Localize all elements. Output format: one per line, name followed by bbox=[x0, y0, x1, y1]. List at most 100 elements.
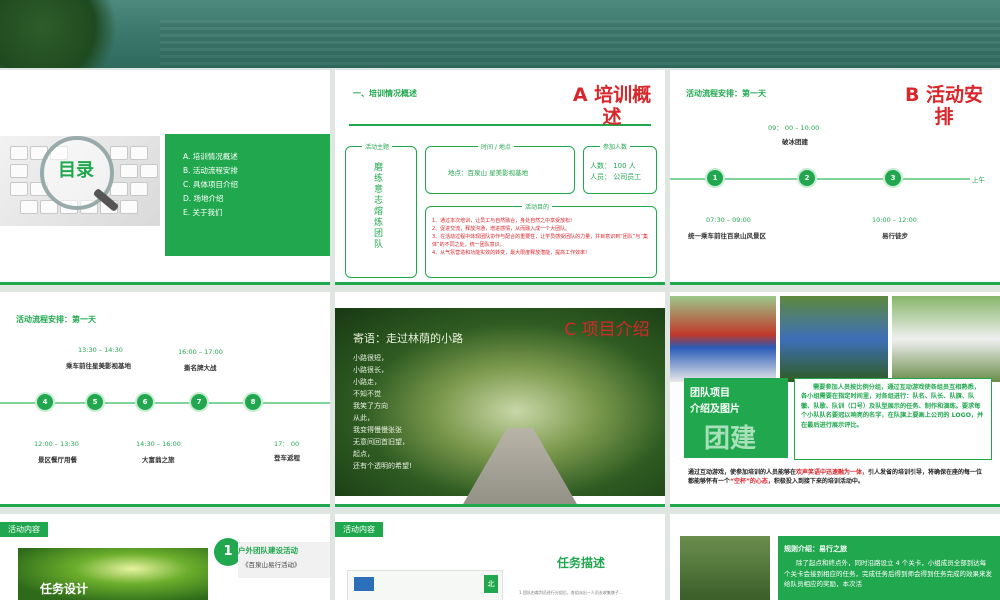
slide-bottom-bar bbox=[670, 282, 1000, 285]
slide-bottom-bar bbox=[0, 504, 330, 507]
description-box: 需要参加人员按比例分组，通过互动游戏使各组员互相熟悉，各小组需要在指定时间里，对… bbox=[794, 378, 992, 460]
slide-thumbnail-rules[interactable]: 规则介绍：易行之旅 除了起点和终点外，同时沿路设立 4 个关卡，小组成员全部到达… bbox=[670, 514, 1000, 600]
section-title: 一、培训情况概述 bbox=[353, 89, 417, 98]
event-time: 16:00 – 17:00 bbox=[178, 348, 223, 356]
event-time: 14:30 – 16:00 bbox=[136, 440, 181, 448]
step-circle: 4 bbox=[35, 392, 55, 412]
slide-thumbnail-overview[interactable]: 一、培训情况概述 A 培训概述 活动主题 磨练意志 熔炼团队 时间 / 地点 地… bbox=[335, 70, 665, 285]
theme-text: 磨练意志 熔炼团队 bbox=[374, 163, 384, 250]
toc-list: A. 培训情况概述 B. 活动流程安排 C. 具体项目介绍 D. 场地介绍 E.… bbox=[183, 150, 238, 220]
rules-header: 规则介绍：易行之旅 bbox=[784, 544, 847, 554]
event-text: 乘车前往星美影视基地 bbox=[66, 362, 131, 370]
group-title-1: 团队项目 bbox=[690, 388, 730, 399]
poem-line: 小路很短， bbox=[353, 354, 388, 362]
header-photo bbox=[0, 0, 1000, 68]
big-title: C 项目介绍 bbox=[564, 320, 650, 340]
step-circle: 6 bbox=[135, 392, 155, 412]
event-time: 07:30 – 09:00 bbox=[706, 216, 751, 224]
purpose-label: 活动目的 bbox=[522, 202, 553, 211]
toc-item: B. 活动流程安排 bbox=[183, 166, 238, 175]
map-image: 北 bbox=[347, 570, 503, 600]
toc-panel: A. 培训情况概述 B. 活动流程安排 C. 具体项目介绍 D. 场地介绍 E.… bbox=[165, 134, 330, 256]
flow-title: 活动流程安排：第一天 bbox=[16, 315, 96, 324]
note-part: ，积极投入到接下来的培训活动中。 bbox=[767, 478, 864, 485]
step-circle: 2 bbox=[797, 168, 817, 188]
poem-line: 不知不觉 bbox=[353, 390, 381, 398]
note-highlight: “空杯”的心态 bbox=[730, 478, 768, 485]
activity-tag: 活动内容 bbox=[0, 522, 48, 537]
toc-item: D. 场地介绍 bbox=[183, 194, 224, 203]
rules-label: 规则介绍： bbox=[784, 545, 819, 553]
event-text: 景区餐厅用餐 bbox=[38, 456, 77, 464]
slide-thumbnail-activity-2[interactable]: 活动内容 北 任务描述 1 团队由裁判员进行分组后，各组派出一人员去收集旗子..… bbox=[335, 514, 665, 600]
event-text: 撕名牌大战 bbox=[184, 364, 217, 372]
activity-title: 户外团队建设活动 bbox=[238, 546, 298, 555]
slide-thumbnail-toc[interactable]: 目录 A. 培训情况概述 B. 活动流程安排 C. 具体项目介绍 D. 场地介绍… bbox=[0, 70, 330, 285]
event-text: 破冰团建 bbox=[782, 138, 808, 146]
motto-title: 寄语：走过林荫的小路 bbox=[353, 332, 463, 345]
poem-line: 小路走， bbox=[353, 378, 381, 386]
big-title: B 活动安排 bbox=[904, 84, 984, 128]
note-part: 通过互动游戏，使参加培训的人员能够在 bbox=[688, 469, 797, 476]
group-title-box: 团队项目 介绍及图片 团建 bbox=[684, 378, 788, 458]
step-circle: 1 bbox=[705, 168, 725, 188]
people-label: 参加人数 bbox=[600, 142, 631, 151]
people-box: 参加人数 人数： 100 人 人员： 公司员工 bbox=[583, 142, 657, 194]
event-time: 17： 00 bbox=[274, 440, 300, 448]
event-time: 09： 00 – 10:00 bbox=[768, 124, 820, 132]
purpose-line: 1、通过本次培训，让员工与自然融合，身处自然之中享受放松! bbox=[432, 218, 573, 224]
toc-item: E. 关于我们 bbox=[183, 208, 223, 217]
purpose-line: 2、促进交流，释放沟通，增进感情，从而融入成一个大团队。 bbox=[432, 226, 571, 232]
time-label: 时间 / 地点 bbox=[478, 142, 514, 151]
hiking-photo bbox=[680, 536, 770, 600]
step-circle: 3 bbox=[883, 168, 903, 188]
slide-bottom-bar bbox=[335, 282, 665, 285]
place-text: 地点：百泉山 星美影视基地 bbox=[448, 169, 529, 177]
slide-thumbnail-project-intro[interactable]: 寄语：走过林荫的小路 C 项目介绍 小路很短， 小路很长， 小路走， 不知不觉 … bbox=[335, 292, 665, 507]
poem-line: 我变得慢慢张张 bbox=[353, 426, 402, 434]
purpose-box: 活动目的 1、通过本次培训，让员工与自然融合，身处自然之中享受放松! 2、促进交… bbox=[425, 202, 657, 278]
task-design: 任务设计 bbox=[40, 582, 89, 596]
slide-bottom-bar bbox=[0, 282, 330, 285]
toc-title: 目录 bbox=[58, 160, 94, 181]
task-description-title: 任务描述 bbox=[557, 556, 606, 570]
people-count: 人数： 100 人 bbox=[590, 162, 636, 170]
big-title: A 培训概述 bbox=[572, 84, 652, 128]
slide-bottom-bar bbox=[335, 504, 665, 507]
water-decoration bbox=[160, 20, 1000, 68]
map-lake bbox=[354, 577, 374, 591]
slide-thumbnail-flow-1[interactable]: 活动流程安排：第一天 B 活动安排 上午 1 07:30 – 09:00 统一乘… bbox=[670, 70, 1000, 285]
road-shape bbox=[455, 428, 585, 507]
team-photo-2 bbox=[780, 296, 888, 382]
theme-box: 活动主题 磨练意志 熔炼团队 bbox=[345, 142, 417, 278]
group-title-2: 介绍及图片 bbox=[690, 404, 740, 415]
event-text: 统一乘车前往百泉山风景区 bbox=[688, 232, 766, 240]
slide-thumbnail-flow-2[interactable]: 活动流程安排：第一天 4 12:00 – 13:30 景区餐厅用餐 5 13:3… bbox=[0, 292, 330, 507]
foliage-decoration bbox=[0, 0, 140, 68]
toc-item: C. 具体项目介绍 bbox=[183, 180, 239, 189]
event-time: 10:00 – 12:00 bbox=[872, 216, 917, 224]
bottom-note: 通过互动游戏，使参加培训的人员能够在欢声笑语中迅速融为一体，引人发省的培训引导，… bbox=[688, 468, 988, 486]
event-text: 登车返程 bbox=[274, 454, 300, 462]
purpose-list: 1、通过本次培训，让员工与自然融合，身处自然之中享受放松! 2、促进交流，释放沟… bbox=[432, 217, 650, 257]
step-circle: 8 bbox=[243, 392, 263, 412]
rules-panel: 规则介绍：易行之旅 除了起点和终点外，同时沿路设立 4 个关卡，小组成员全部到达… bbox=[778, 536, 1000, 600]
activity-subtitle: 《百泉山易行活动》 bbox=[242, 561, 301, 569]
toc-item: A. 培训情况概述 bbox=[183, 152, 238, 161]
slide-thumbnail-activity-1[interactable]: 活动内容 任务设计 1 户外团队建设活动 《百泉山易行活动》 bbox=[0, 514, 330, 600]
slide-bottom-bar bbox=[670, 504, 1000, 507]
poem-line: 无意间回首旧望， bbox=[353, 438, 409, 446]
team-photo-3 bbox=[892, 296, 1000, 382]
event-text: 易行徒步 bbox=[882, 232, 908, 240]
time-place-box: 时间 / 地点 地点：百泉山 星美影视基地 bbox=[425, 142, 575, 194]
poem: 小路很短， 小路很长， 小路走， 不知不觉 我笑了方向 从此， 我变得慢慢张张 … bbox=[353, 352, 412, 472]
slide-thumbnail-team-project[interactable]: 团队项目 介绍及图片 团建 需要参加人员按比例分组，通过互动游戏使各组员互相熟悉… bbox=[670, 292, 1000, 507]
poem-line: 从此， bbox=[353, 414, 374, 422]
timeline-end-label: 上午 bbox=[972, 176, 985, 184]
rules-text: 除了起点和终点外，同时沿路设立 4 个关卡，小组成员全部到达每个关卡会接到相应的… bbox=[784, 559, 992, 588]
event-time: 12:00 – 13:30 bbox=[34, 440, 79, 448]
purpose-line: 3、在活动过程中体现团队协作与配合的重要性，让学员感受团队的力量，并目意识到“团… bbox=[432, 234, 648, 248]
rules-title: 易行之旅 bbox=[819, 545, 847, 553]
note-highlight: 欢声笑语中迅速融为一体， bbox=[796, 469, 869, 476]
step-circle: 5 bbox=[85, 392, 105, 412]
